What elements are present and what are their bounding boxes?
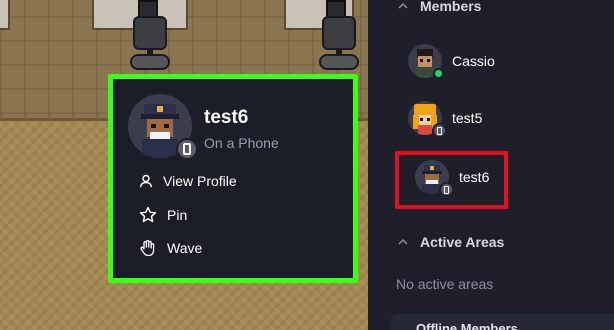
popup-avatar xyxy=(128,94,198,160)
member-highlight-box xyxy=(395,151,508,209)
pin-button[interactable]: Pin xyxy=(139,206,187,224)
member-item[interactable]: Cassio xyxy=(408,44,495,79)
offline-members-heading: Offline Members xyxy=(416,321,518,330)
members-heading: Members xyxy=(420,0,482,14)
office-chair xyxy=(133,16,167,50)
active-areas-heading: Active Areas xyxy=(420,234,505,250)
offline-members-panel[interactable]: Offline Members xyxy=(390,314,614,330)
chevron-up-icon xyxy=(398,238,408,245)
hand-icon xyxy=(140,240,155,257)
wave-label: Wave xyxy=(167,240,203,256)
view-profile-button[interactable]: View Profile xyxy=(139,173,237,189)
popup-user-status: On a Phone xyxy=(204,135,279,151)
pin-label: Pin xyxy=(167,207,188,223)
avatar xyxy=(408,101,447,138)
active-areas-section-toggle[interactable]: Active Areas xyxy=(398,234,504,250)
user-popup-card: test6 On a Phone View Profile Pin Wave xyxy=(108,74,358,283)
member-name: test5 xyxy=(452,110,483,126)
view-profile-label: View Profile xyxy=(163,173,237,189)
office-chair xyxy=(322,16,356,50)
members-section-toggle[interactable]: Members xyxy=(398,0,481,14)
phone-status-icon xyxy=(432,123,447,138)
chair-base xyxy=(319,54,359,70)
star-icon xyxy=(139,206,157,223)
chevron-up-icon xyxy=(398,2,408,9)
popup-user-name: test6 xyxy=(204,107,249,128)
member-name: Cassio xyxy=(452,53,495,69)
desk xyxy=(0,0,10,30)
chair-base xyxy=(130,54,170,70)
online-status-icon xyxy=(433,68,444,79)
active-areas-empty-text: No active areas xyxy=(396,276,494,292)
person-icon xyxy=(139,174,153,188)
phone-status-icon xyxy=(176,138,198,160)
member-item[interactable]: test5 xyxy=(408,101,483,138)
avatar xyxy=(408,44,444,79)
wave-button[interactable]: Wave xyxy=(139,239,202,257)
